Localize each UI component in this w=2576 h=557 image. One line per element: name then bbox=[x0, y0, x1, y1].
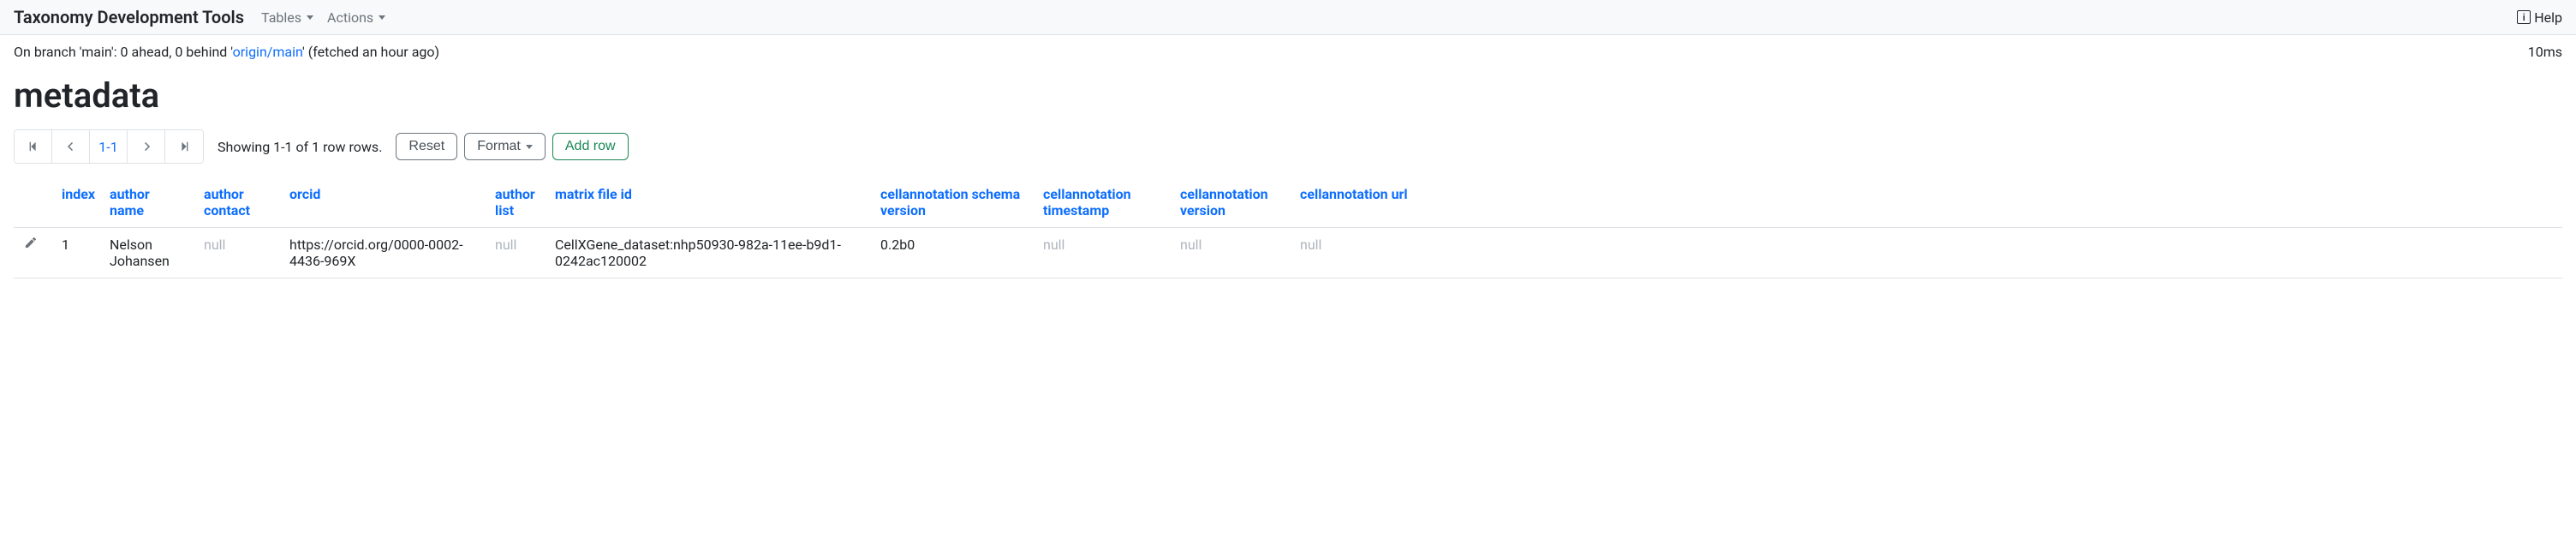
add-row-button[interactable]: Add row bbox=[552, 133, 629, 160]
page-title: metadata bbox=[14, 75, 2562, 116]
cell-author-list: null bbox=[485, 228, 545, 278]
nav-item-tables-label: Tables bbox=[261, 9, 301, 26]
action-button-group: Reset Format Add row bbox=[396, 133, 628, 160]
status-prefix: On branch 'main': 0 ahead, 0 behind ' bbox=[14, 44, 233, 60]
info-icon: i bbox=[2517, 10, 2531, 24]
null-value: null bbox=[495, 237, 516, 253]
table-wrap: index author name author contact orcid a… bbox=[14, 177, 2562, 278]
chevron-left-icon bbox=[66, 141, 76, 152]
chevron-bar-left-icon bbox=[27, 141, 39, 153]
table-controls: 1-1 Showing 1-1 of 1 row rows. Reset For… bbox=[14, 129, 2562, 164]
null-value: null bbox=[1043, 237, 1064, 253]
help-link[interactable]: i Help bbox=[2517, 9, 2562, 26]
branch-status: On branch 'main': 0 ahead, 0 behind 'ori… bbox=[14, 44, 439, 60]
main-content: metadata 1-1 Showing 1-1 of 1 row rows. … bbox=[0, 75, 2576, 292]
caret-down-icon bbox=[526, 145, 533, 149]
remote-link[interactable]: origin/main bbox=[233, 44, 302, 60]
col-author-list[interactable]: author list bbox=[485, 177, 545, 228]
cell-timestamp: null bbox=[1033, 228, 1170, 278]
col-author-contact[interactable]: author contact bbox=[194, 177, 279, 228]
caret-down-icon bbox=[307, 15, 313, 20]
col-edit bbox=[14, 177, 51, 228]
chevron-right-icon bbox=[141, 141, 152, 152]
page-first-button[interactable] bbox=[15, 130, 52, 163]
showing-text: Showing 1-1 of 1 row rows. bbox=[218, 139, 382, 155]
table-row: 1 Nelson Johansen null https://orcid.org… bbox=[14, 228, 2562, 278]
col-version[interactable]: cellannotation version bbox=[1170, 177, 1290, 228]
pencil-icon bbox=[24, 237, 37, 249]
chevron-bar-right-icon bbox=[178, 141, 190, 153]
col-author-name[interactable]: author name bbox=[99, 177, 194, 228]
page-last-button[interactable] bbox=[165, 130, 203, 163]
nav-item-actions[interactable]: Actions bbox=[327, 9, 385, 26]
status-timing: 10ms bbox=[2528, 44, 2562, 60]
format-button[interactable]: Format bbox=[464, 133, 546, 160]
col-timestamp[interactable]: cellannotation timestamp bbox=[1033, 177, 1170, 228]
nav-item-actions-label: Actions bbox=[327, 9, 373, 26]
page-next-button[interactable] bbox=[128, 130, 165, 163]
cell-url: null bbox=[1290, 228, 1427, 278]
page-range[interactable]: 1-1 bbox=[90, 130, 128, 163]
nav-menu: Tables Actions bbox=[261, 9, 385, 26]
data-table: index author name author contact orcid a… bbox=[14, 177, 2562, 278]
col-matrix-file-id[interactable]: matrix file id bbox=[545, 177, 870, 228]
col-schema-version[interactable]: cellannotation schema version bbox=[870, 177, 1033, 228]
caret-down-icon bbox=[379, 15, 385, 20]
null-value: null bbox=[1300, 237, 1321, 253]
page-prev-button[interactable] bbox=[52, 130, 90, 163]
col-spacer bbox=[1427, 177, 2562, 228]
nav-item-tables[interactable]: Tables bbox=[261, 9, 313, 26]
format-label: Format bbox=[477, 139, 521, 154]
navbar: Taxonomy Development Tools Tables Action… bbox=[0, 0, 2576, 35]
cell-spacer bbox=[1427, 228, 2562, 278]
navbar-left: Taxonomy Development Tools Tables Action… bbox=[14, 7, 385, 27]
pagination: 1-1 bbox=[14, 129, 204, 164]
edit-cell[interactable] bbox=[14, 228, 51, 278]
null-value: null bbox=[204, 237, 225, 253]
app-brand[interactable]: Taxonomy Development Tools bbox=[14, 7, 244, 27]
cell-schema-version: 0.2b0 bbox=[870, 228, 1033, 278]
reset-button[interactable]: Reset bbox=[396, 133, 457, 160]
cell-version: null bbox=[1170, 228, 1290, 278]
table-header-row: index author name author contact orcid a… bbox=[14, 177, 2562, 228]
col-orcid[interactable]: orcid bbox=[279, 177, 485, 228]
cell-orcid: https://orcid.org/0000-0002-4436-969X bbox=[279, 228, 485, 278]
help-label: Help bbox=[2534, 9, 2562, 26]
status-suffix: ' (fetched an hour ago) bbox=[302, 44, 439, 60]
cell-author-name: Nelson Johansen bbox=[99, 228, 194, 278]
cell-index: 1 bbox=[51, 228, 99, 278]
col-index[interactable]: index bbox=[51, 177, 99, 228]
status-bar: On branch 'main': 0 ahead, 0 behind 'ori… bbox=[0, 35, 2576, 69]
cell-matrix-file-id: CellXGene_dataset:nhp50930-982a-11ee-b9d… bbox=[545, 228, 870, 278]
cell-author-contact: null bbox=[194, 228, 279, 278]
col-url[interactable]: cellannotation url bbox=[1290, 177, 1427, 228]
null-value: null bbox=[1180, 237, 1202, 253]
